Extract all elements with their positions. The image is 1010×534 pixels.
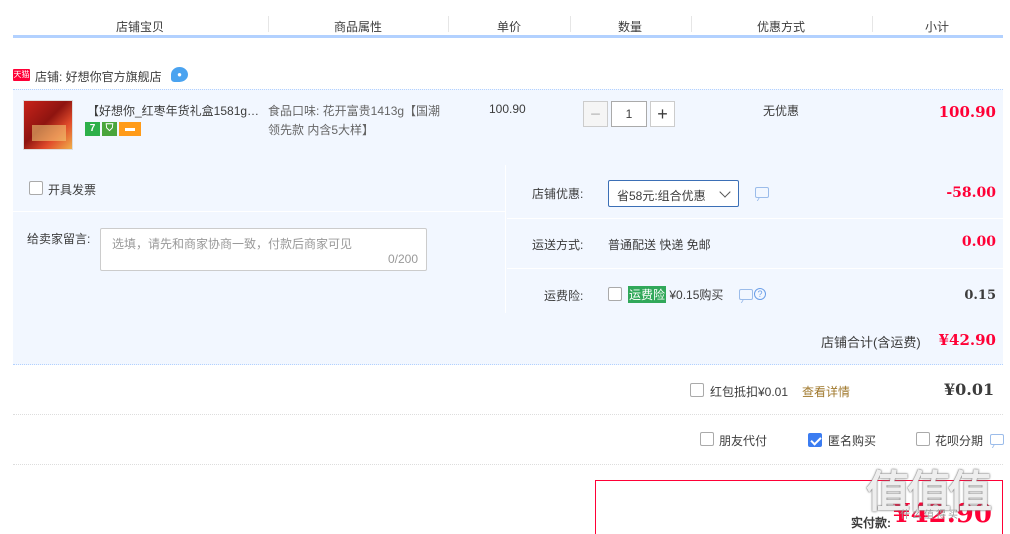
col-header-shop-item: 店铺宝贝 — [115, 20, 165, 34]
wangwang-chat-icon[interactable]: ● — [171, 67, 188, 82]
col-header-subtotal: 小计 — [924, 20, 950, 34]
tmall-icon: 天猫 — [13, 69, 30, 81]
item-subtotal: 100.90 — [938, 103, 996, 121]
comment-icon[interactable] — [755, 187, 769, 198]
memo-label: 给卖家留言: — [27, 232, 91, 246]
product-thumbnail[interactable] — [23, 100, 73, 150]
invoice-checkbox[interactable] — [29, 181, 43, 195]
order-options-left: 开具发票 给卖家留言: 选填，请先和商家协商一致，付款后商家可见 0/200 — [13, 165, 506, 313]
shop-discount-select[interactable]: 省58元:组合优惠 — [608, 180, 739, 207]
col-divider — [691, 16, 692, 32]
friend-pay-label[interactable]: 朋友代付 — [719, 432, 767, 449]
shipping-row: 运送方式: 普通配送 快递 免邮 0.00 — [507, 219, 1003, 269]
order-options-right: 店铺优惠: 省58元:组合优惠 -58.00 运送方式: 普通配送 快递 免邮 … — [507, 165, 1003, 313]
memo-textarea[interactable]: 选填，请先和商家协商一致，付款后商家可见 0/200 — [100, 228, 427, 271]
friend-pay-checkbox[interactable] — [700, 432, 714, 446]
shop-discount-row: 店铺优惠: 省58元:组合优惠 -58.00 — [507, 165, 1003, 219]
cart-item-row: 【好想你_红枣年货礼盒1581g… 7 ⛉ ▬ 食品口味: 花开富贵1413g【国潮… — [13, 89, 1003, 165]
memo-placeholder: 选填，请先和商家协商一致，付款后商家可见 — [112, 237, 353, 251]
huabei-checkbox[interactable] — [916, 432, 930, 446]
quantity-increase-button[interactable]: + — [650, 101, 675, 127]
shop-total-label: 店铺合计(含运费) — [821, 335, 921, 350]
product-name-link[interactable]: 【好想你_红枣年货礼盒1581g… — [87, 102, 263, 119]
anonymous-checkbox[interactable] — [808, 432, 822, 447]
invoice-row: 开具发票 — [13, 165, 506, 212]
seven-day-return-icon[interactable]: 7 — [85, 122, 100, 136]
shop-total-value: ¥42.90 — [938, 331, 996, 349]
redpacket-checkbox[interactable] — [690, 383, 704, 397]
anonymous-label[interactable]: 匿名购买 — [828, 432, 876, 449]
chevron-down-icon — [719, 186, 731, 198]
redpacket-value: ¥0.01 — [944, 380, 995, 399]
help-icon[interactable]: ? — [754, 288, 766, 300]
shop-discount-label: 店铺优惠: — [532, 187, 584, 201]
item-discount: 无优惠 — [763, 104, 800, 118]
order-options-panel: 开具发票 给卖家留言: 选填，请先和商家协商一致，付款后商家可见 0/200 店… — [13, 165, 1003, 313]
memo-char-count: 0/200 — [387, 252, 418, 266]
comment-icon[interactable] — [739, 289, 753, 300]
smzdm-watermark-text: 什么值得买 — [900, 510, 960, 521]
insurance-label: 运费险: — [544, 289, 584, 303]
divider — [13, 464, 1003, 465]
insurance-price: ¥0.15购买 — [669, 288, 724, 302]
shipping-fee: 0.00 — [961, 234, 996, 250]
invoice-label[interactable]: 开具发票 — [48, 181, 96, 198]
comment-icon[interactable] — [990, 434, 1004, 445]
shipping-label: 运送方式: — [532, 238, 584, 252]
col-divider — [872, 16, 873, 32]
unit-price: 100.90 — [489, 102, 526, 116]
insurance-text[interactable]: 运费险 ¥0.15购买 — [628, 286, 723, 303]
shop-name[interactable]: 店铺: 好想你官方旗舰店 — [35, 68, 162, 85]
insurance-fee: 0.15 — [964, 288, 996, 303]
guarantee-shield-icon[interactable]: ⛉ — [102, 122, 117, 136]
shop-discount-value: -58.00 — [946, 185, 996, 201]
col-header-attributes: 商品属性 — [333, 20, 383, 34]
col-divider — [268, 16, 269, 32]
col-header-unit-price: 单价 — [496, 20, 522, 34]
shop-discount-selected: 省58元:组合优惠 — [617, 189, 706, 203]
quantity-stepper: −1 + — [583, 101, 675, 127]
divider — [13, 414, 1003, 415]
col-divider — [570, 16, 571, 32]
col-header-discount: 优惠方式 — [756, 20, 806, 34]
redpacket-label[interactable]: 红包抵扣¥0.01 — [710, 383, 788, 400]
col-divider — [448, 16, 449, 32]
insurance-tag: 运费险 — [628, 286, 667, 303]
insurance-row: 运费险: 运费险 ¥0.15购买 ? 0.15 — [507, 269, 1003, 313]
credit-card-icon[interactable]: ▬ — [119, 122, 141, 136]
service-badges: 7 ⛉ ▬ — [85, 122, 143, 136]
huabei-label[interactable]: 花呗分期 — [935, 432, 983, 449]
quantity-decrease-button[interactable]: − — [583, 101, 608, 127]
shipping-method: 普通配送 快递 免邮 — [608, 238, 711, 252]
quantity-input[interactable]: 1 — [611, 101, 647, 127]
product-attributes: 食品口味: 花开富贵1413g【国潮领先款 内含5大样】 — [268, 104, 441, 137]
redpacket-details-link[interactable]: 查看详情 — [802, 383, 850, 400]
shop-total-bar: 店铺合计(含运费) ¥42.90 — [13, 313, 1003, 365]
insurance-checkbox[interactable] — [608, 287, 622, 301]
col-header-quantity: 数量 — [617, 20, 643, 34]
table-header: 店铺宝贝 商品属性 单价 数量 优惠方式 小计 — [13, 12, 1003, 38]
